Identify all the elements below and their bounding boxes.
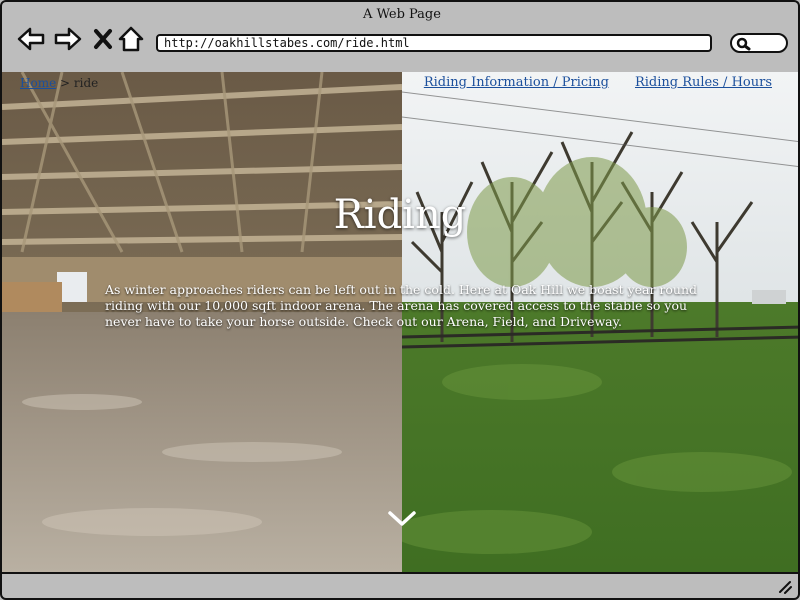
page-title: Riding bbox=[333, 192, 467, 238]
breadcrumb-current: ride bbox=[73, 76, 99, 90]
riding-rules-hours-link[interactable]: Riding Rules / Hours bbox=[635, 75, 772, 90]
search-box[interactable] bbox=[730, 33, 788, 53]
resize-grip-icon[interactable] bbox=[776, 578, 792, 594]
page-viewport: Home > ride Riding Information / Pricing… bbox=[0, 72, 800, 572]
back-button[interactable] bbox=[16, 24, 46, 54]
status-bar bbox=[0, 572, 800, 600]
breadcrumb: Home > ride bbox=[20, 76, 98, 90]
stop-button[interactable] bbox=[88, 24, 118, 54]
arrow-left-icon bbox=[17, 27, 45, 51]
window-title: A Web Page bbox=[363, 7, 441, 22]
home-icon bbox=[118, 26, 144, 52]
browser-toolbar: A Web Page http://oakhillstabes.com/ride… bbox=[0, 0, 800, 72]
home-button[interactable] bbox=[116, 24, 146, 54]
url-input[interactable]: http://oakhillstabes.com/ride.html bbox=[156, 34, 712, 52]
riding-information-pricing-link[interactable]: Riding Information / Pricing bbox=[424, 75, 609, 90]
scroll-down-button[interactable] bbox=[387, 508, 417, 530]
breadcrumb-separator: > bbox=[60, 76, 71, 90]
arrow-right-icon bbox=[54, 27, 82, 51]
forward-button[interactable] bbox=[53, 24, 83, 54]
close-icon bbox=[94, 29, 112, 49]
chevron-down-icon bbox=[388, 511, 416, 526]
breadcrumb-home-link[interactable]: Home bbox=[20, 76, 56, 90]
hero-description: As winter approaches riders can be left … bbox=[105, 282, 698, 329]
search-icon bbox=[736, 37, 751, 51]
top-navigation: Riding Information / Pricing Riding Rule… bbox=[424, 75, 772, 90]
